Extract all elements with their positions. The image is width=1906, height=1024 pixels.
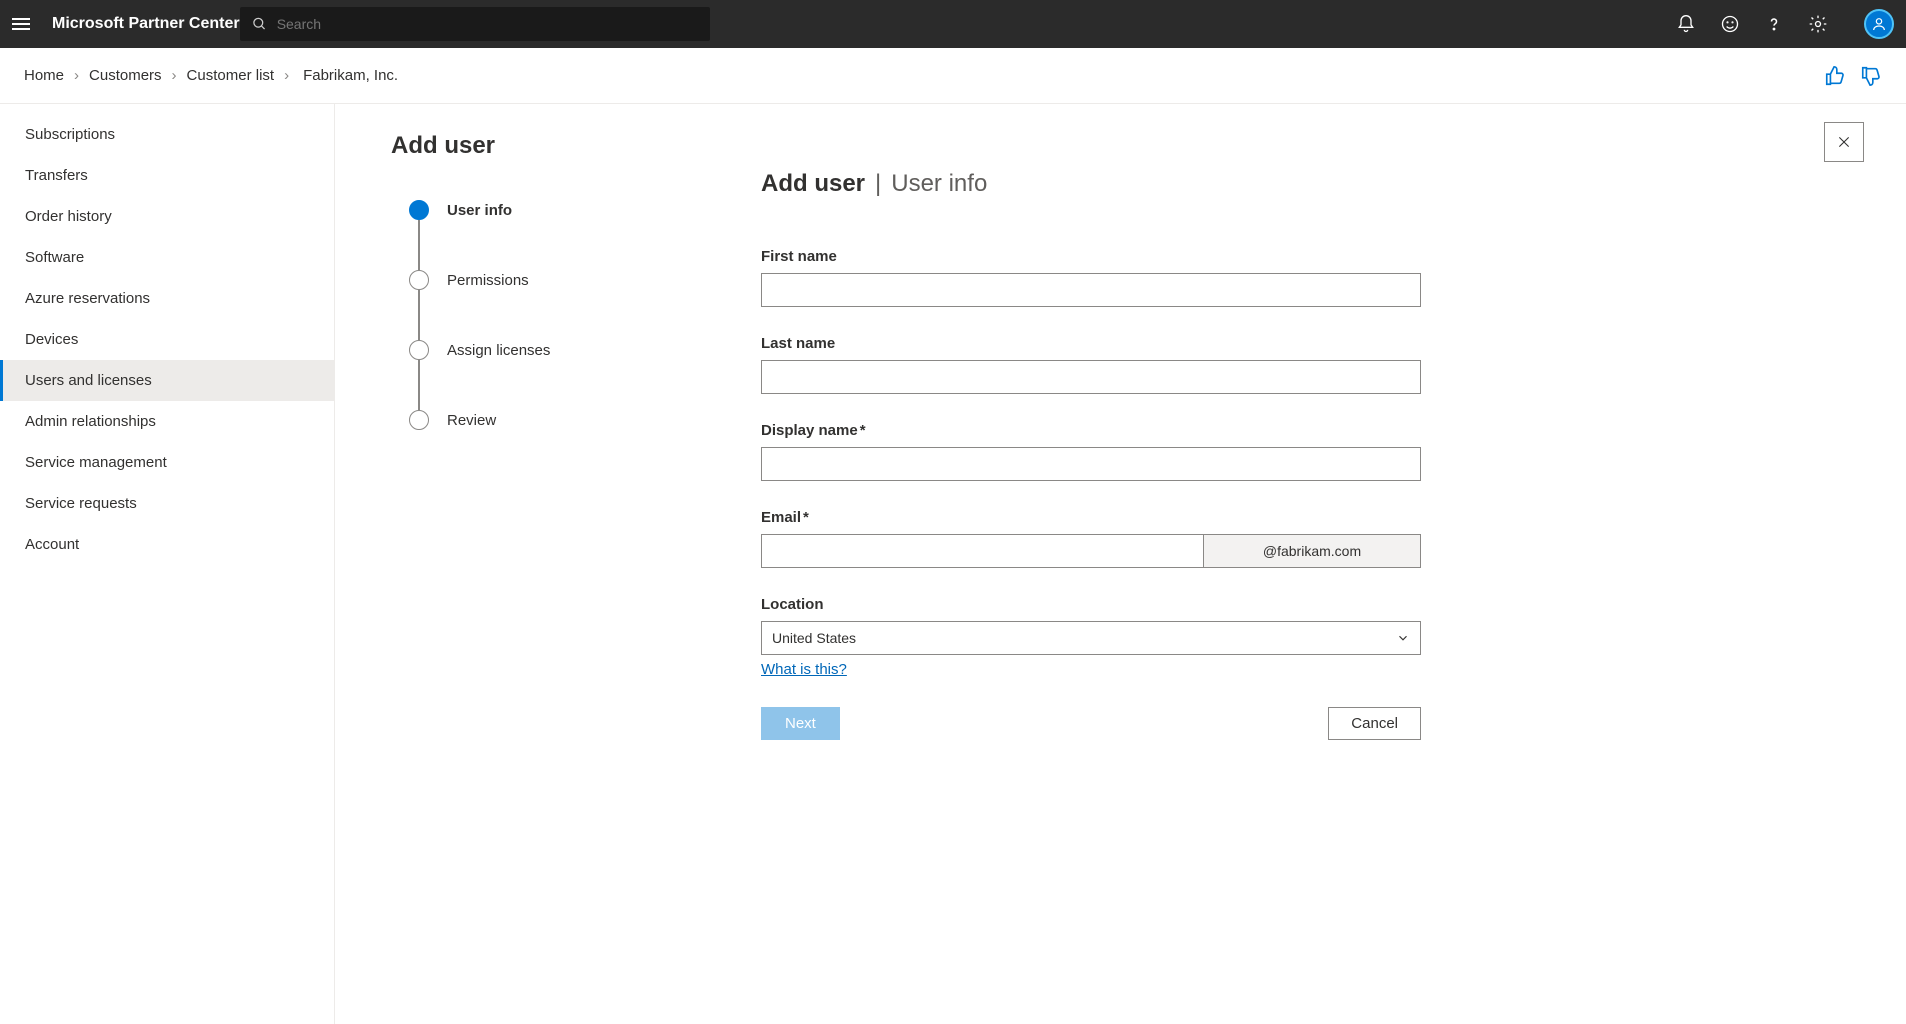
close-button[interactable]	[1824, 122, 1864, 162]
sidebar-item-order-history[interactable]: Order history	[0, 196, 334, 237]
chevron-down-icon	[1396, 631, 1410, 645]
step-dot-icon	[409, 270, 429, 290]
sidebar-item-users-and-licenses[interactable]: Users and licenses	[0, 360, 334, 401]
step-connector	[418, 220, 420, 270]
search-input[interactable]	[277, 16, 698, 32]
breadcrumb-row: Home › Customers › Customer list › Fabri…	[0, 48, 1906, 104]
location-label: Location	[761, 596, 1421, 613]
step-label: Review	[447, 412, 496, 429]
breadcrumb-current: Fabrikam, Inc.	[303, 67, 398, 84]
sidebar-item-azure-reservations[interactable]: Azure reservations	[0, 278, 334, 319]
display-name-input[interactable]	[761, 447, 1421, 481]
field-location: Location United States	[761, 596, 1421, 655]
step-label: Assign licenses	[447, 342, 550, 359]
sidebar-item-devices[interactable]: Devices	[0, 319, 334, 360]
step-label: User info	[447, 202, 512, 219]
feedback-smiley-icon[interactable]	[1720, 14, 1740, 34]
step-review[interactable]: Review	[391, 410, 741, 430]
form-divider: |	[875, 170, 881, 198]
thumbs-down-icon[interactable]	[1860, 65, 1882, 87]
email-domain-suffix: @fabrikam.com	[1203, 534, 1421, 568]
breadcrumb-link[interactable]: Customers	[89, 67, 162, 84]
chevron-right-icon: ›	[284, 67, 289, 84]
sidebar-item-service-management[interactable]: Service management	[0, 442, 334, 483]
location-select[interactable]: United States	[761, 621, 1421, 655]
form-heading: Add user | User info	[761, 170, 1421, 198]
stepper: Add user User info Permissions Assign li…	[391, 128, 741, 984]
step-dot-icon	[409, 410, 429, 430]
location-value: United States	[772, 630, 856, 646]
breadcrumb: Home › Customers › Customer list › Fabri…	[24, 67, 398, 84]
last-name-label: Last name	[761, 335, 1421, 352]
sidebar-item-software[interactable]: Software	[0, 237, 334, 278]
form-panel: Add user | User info First name Last nam…	[761, 128, 1421, 984]
chevron-right-icon: ›	[172, 67, 177, 84]
email-label: Email	[761, 509, 1421, 526]
search-icon	[252, 16, 267, 32]
form-title: Add user	[761, 170, 865, 198]
field-email: Email @fabrikam.com	[761, 509, 1421, 568]
step-user-info[interactable]: User info	[391, 200, 741, 220]
chevron-right-icon: ›	[74, 67, 79, 84]
cancel-button[interactable]: Cancel	[1328, 707, 1421, 740]
form-subtitle: User info	[891, 170, 987, 198]
field-last-name: Last name	[761, 335, 1421, 394]
close-icon	[1836, 134, 1852, 150]
step-connector	[418, 360, 420, 410]
stepper-title: Add user	[391, 132, 741, 160]
display-name-label: Display name	[761, 422, 1421, 439]
breadcrumb-link[interactable]: Home	[24, 67, 64, 84]
step-dot-icon	[409, 200, 429, 220]
sidebar: Subscriptions Transfers Order history So…	[0, 104, 335, 1024]
field-first-name: First name	[761, 248, 1421, 307]
sidebar-item-subscriptions[interactable]: Subscriptions	[0, 114, 334, 155]
top-bar: Microsoft Partner Center	[0, 0, 1906, 48]
settings-gear-icon[interactable]	[1808, 14, 1828, 34]
sidebar-item-transfers[interactable]: Transfers	[0, 155, 334, 196]
app-title: Microsoft Partner Center	[52, 15, 240, 33]
last-name-input[interactable]	[761, 360, 1421, 394]
search-box[interactable]	[240, 7, 710, 41]
step-connector	[418, 290, 420, 340]
first-name-input[interactable]	[761, 273, 1421, 307]
sidebar-item-service-requests[interactable]: Service requests	[0, 483, 334, 524]
step-permissions[interactable]: Permissions	[391, 270, 741, 290]
field-display-name: Display name	[761, 422, 1421, 481]
thumbs-up-icon[interactable]	[1824, 65, 1846, 87]
sidebar-item-account[interactable]: Account	[0, 524, 334, 565]
step-assign-licenses[interactable]: Assign licenses	[391, 340, 741, 360]
sidebar-item-admin-relationships[interactable]: Admin relationships	[0, 401, 334, 442]
step-dot-icon	[409, 340, 429, 360]
topbar-icons	[1676, 9, 1894, 39]
help-icon[interactable]	[1764, 14, 1784, 34]
page-body: Subscriptions Transfers Order history So…	[0, 104, 1906, 1024]
email-input[interactable]	[761, 534, 1203, 568]
hamburger-menu-icon[interactable]	[12, 12, 36, 36]
step-label: Permissions	[447, 272, 529, 289]
first-name-label: First name	[761, 248, 1421, 265]
main-content: Add user User info Permissions Assign li…	[335, 104, 1906, 1024]
form-actions: Next Cancel	[761, 707, 1421, 740]
breadcrumb-link[interactable]: Customer list	[187, 67, 275, 84]
notification-bell-icon[interactable]	[1676, 14, 1696, 34]
user-avatar[interactable]	[1864, 9, 1894, 39]
next-button[interactable]: Next	[761, 707, 840, 740]
what-is-this-link[interactable]: What is this?	[761, 661, 847, 678]
